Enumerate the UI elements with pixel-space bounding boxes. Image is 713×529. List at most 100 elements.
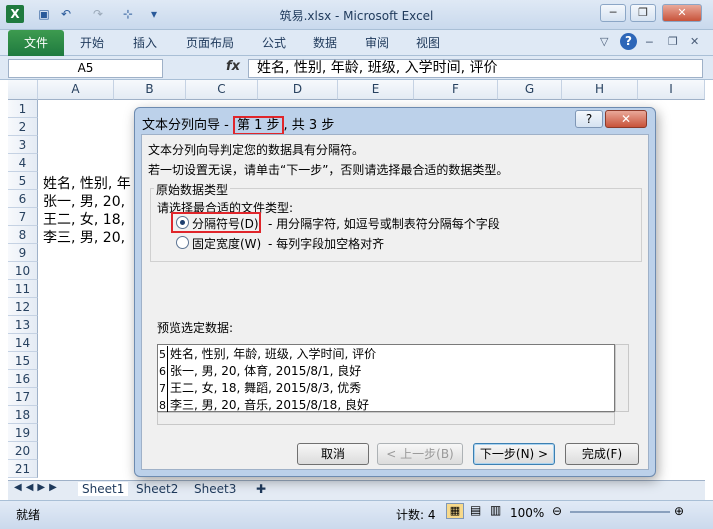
option-delimited-label[interactable]: 分隔符号(D) (192, 215, 259, 232)
row-header[interactable]: 5 (8, 172, 38, 190)
ribbon-collapse-icon[interactable]: ▽ (600, 35, 608, 48)
sheet-tab-2[interactable]: Sheet2 (136, 482, 178, 496)
zoom-out-icon[interactable]: ⊖ (552, 504, 562, 518)
preview-row: 5 姓名, 性别, 年龄, 班级, 入学时间, 评价 (158, 346, 613, 363)
tab-insert[interactable]: 插入 (133, 34, 157, 51)
preview-label: 预览选定数据: (157, 321, 234, 335)
zoom-slider[interactable] (570, 511, 670, 513)
formula-input[interactable]: 姓名, 性别, 年龄, 班级, 入学时间, 评价 (248, 59, 703, 78)
sheet-tab-1[interactable]: Sheet1 (78, 482, 129, 496)
tab-formulas[interactable]: 公式 (262, 34, 286, 51)
preview-row-text: 张一, 男, 20, 体育, 2015/8/1, 良好 (170, 364, 362, 378)
name-box[interactable]: A5 (8, 59, 163, 78)
row-header[interactable]: 17 (8, 388, 38, 406)
row-header[interactable]: 14 (8, 334, 38, 352)
select-all-corner[interactable] (8, 80, 38, 100)
row-header[interactable]: 13 (8, 316, 38, 334)
preview-row-number: 7 (159, 380, 168, 397)
tab-view[interactable]: 视图 (416, 34, 440, 51)
cell-a8[interactable]: 李三, 男, 20, (43, 227, 125, 247)
column-header[interactable]: E (338, 80, 414, 100)
row-header[interactable]: 2 (8, 118, 38, 136)
row-header[interactable]: 8 (8, 226, 38, 244)
option-fixed-width-label[interactable]: 固定宽度(W) (192, 235, 261, 252)
dialog-title-suffix: , 共 3 步 (283, 118, 335, 133)
row-header[interactable]: 11 (8, 280, 38, 298)
row-header[interactable]: 6 (8, 190, 38, 208)
preview-row-number: 6 (159, 363, 168, 380)
cell-a5[interactable]: 姓名, 性别, 年 (43, 173, 131, 193)
restore-button[interactable]: ❐ (630, 4, 656, 22)
preview-row-text: 李三, 男, 20, 音乐, 2015/8/18, 良好 (170, 398, 369, 412)
finish-button[interactable]: 完成(F) (565, 443, 639, 465)
status-bar (0, 500, 713, 529)
column-header[interactable]: I (638, 80, 705, 100)
dialog-title-prefix: 文本分列向导 - (142, 118, 233, 133)
cell-a7[interactable]: 王二, 女, 18, (43, 209, 125, 229)
row-header[interactable]: 19 (8, 424, 38, 442)
page-break-view-icon[interactable]: ▥ (490, 503, 501, 517)
row-header[interactable]: 18 (8, 406, 38, 424)
column-header[interactable]: G (498, 80, 562, 100)
row-header[interactable]: 7 (8, 208, 38, 226)
column-header[interactable]: C (186, 80, 258, 100)
radio-delimited[interactable] (176, 216, 189, 229)
row-header[interactable]: 4 (8, 154, 38, 172)
preview-row: 7 王二, 女, 18, 舞蹈, 2015/8/3, 优秀 (158, 380, 613, 397)
status-count: 计数: 4 (396, 508, 436, 522)
status-ready: 就绪 (16, 508, 41, 522)
preview-row-text: 姓名, 性别, 年龄, 班级, 入学时间, 评价 (170, 347, 377, 361)
dialog-title: 文本分列向导 - 第 1 步, 共 3 步 (142, 114, 335, 135)
preview-horizontal-scrollbar[interactable] (157, 412, 615, 425)
preview-row: 6 张一, 男, 20, 体育, 2015/8/1, 良好 (158, 363, 613, 380)
workbook-minimize-icon[interactable]: ─ (646, 36, 653, 49)
workbook-close-icon[interactable]: ✕ (690, 35, 699, 48)
page-layout-view-icon[interactable]: ▤ (470, 503, 481, 517)
row-header[interactable]: 9 (8, 244, 38, 262)
column-header[interactable]: D (258, 80, 338, 100)
row-header[interactable]: 10 (8, 262, 38, 280)
dialog-help-button[interactable]: ? (575, 110, 603, 128)
insert-sheet-icon[interactable]: ✚ (256, 482, 266, 496)
zoom-level[interactable]: 100% (510, 506, 544, 520)
back-button[interactable]: < 上一步(B) (377, 443, 463, 465)
option-fixed-width-desc: - 每列字段加空格对齐 (268, 237, 385, 251)
next-button[interactable]: 下一步(N) > (473, 443, 555, 465)
radio-fixed-width[interactable] (176, 236, 189, 249)
normal-view-icon[interactable]: ▦ (446, 503, 464, 519)
group-title: 原始数据类型 (154, 181, 231, 198)
sheet-nav-icon[interactable]: ◀◀▶▶ (14, 482, 61, 493)
preview-row-number: 5 (159, 346, 168, 363)
help-icon[interactable]: ? (620, 33, 637, 50)
tab-page-layout[interactable]: 页面布局 (186, 34, 234, 51)
dialog-close-button[interactable]: ✕ (605, 110, 647, 128)
row-header[interactable]: 3 (8, 136, 38, 154)
step-indicator: 第 1 步 (232, 116, 284, 135)
tab-review[interactable]: 审阅 (365, 34, 389, 51)
row-header[interactable]: 12 (8, 298, 38, 316)
zoom-in-icon[interactable]: ⊕ (674, 504, 684, 518)
row-header[interactable]: 15 (8, 352, 38, 370)
row-header[interactable]: 20 (8, 442, 38, 460)
column-header[interactable]: H (562, 80, 638, 100)
workbook-restore-icon[interactable]: ❐ (668, 35, 678, 48)
tab-home[interactable]: 开始 (80, 34, 104, 51)
tab-file[interactable]: 文件 (8, 30, 64, 56)
minimize-button[interactable]: ─ (600, 4, 626, 22)
preview-vertical-scrollbar[interactable] (615, 344, 629, 412)
dialog-description-2: 若一切设置无误，请单击“下一步”，否则请选择最合适的数据类型。 (148, 163, 509, 177)
cancel-button[interactable]: 取消 (297, 443, 369, 465)
tab-data[interactable]: 数据 (313, 34, 337, 51)
column-header[interactable]: B (114, 80, 186, 100)
fx-icon[interactable]: fx (226, 59, 240, 74)
column-header[interactable]: F (414, 80, 498, 100)
close-button[interactable]: ✕ (662, 4, 702, 22)
row-header[interactable]: 1 (8, 100, 38, 118)
option-delimited-desc: - 用分隔字符, 如逗号或制表符分隔每个字段 (268, 217, 500, 231)
dialog-description-1: 文本分列向导判定您的数据具有分隔符。 (148, 143, 365, 157)
column-header[interactable]: A (38, 80, 114, 100)
row-header[interactable]: 16 (8, 370, 38, 388)
row-header[interactable]: 21 (8, 460, 38, 478)
sheet-tab-3[interactable]: Sheet3 (194, 482, 236, 496)
cell-a6[interactable]: 张一, 男, 20, (43, 191, 125, 211)
